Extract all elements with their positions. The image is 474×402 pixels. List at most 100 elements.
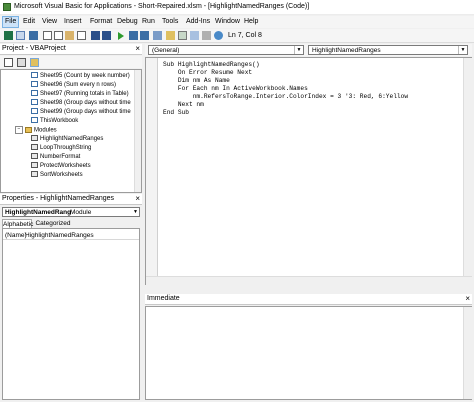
menu-format[interactable]: Format xyxy=(88,17,114,27)
toggle-folders-icon[interactable] xyxy=(30,58,39,67)
worksheet-icon xyxy=(31,90,38,97)
object-combo[interactable]: (General) ▼ xyxy=(148,45,304,55)
tab-alphabetic[interactable]: Alphabetic xyxy=(2,219,33,228)
worksheet-icon xyxy=(31,72,38,79)
workbook-icon xyxy=(31,117,38,124)
paste-icon[interactable] xyxy=(65,31,74,40)
object-selector[interactable]: HighlightNamedRang Module ▼ xyxy=(2,207,140,217)
properties-grid: (Name) HighlightNamedRanges xyxy=(2,228,140,400)
menu-bar: File Edit View Insert Format Debug Run T… xyxy=(0,16,474,28)
tree-item-label: LoopThroughString xyxy=(40,145,92,151)
project-tree: Sheet95 (Count by week number) Sheet96 (… xyxy=(0,69,142,193)
help-icon[interactable] xyxy=(214,31,223,40)
title-bar: Microsoft Visual Basic for Applications … xyxy=(0,0,474,15)
tree-item-sheet99[interactable]: Sheet99 (Group days without time xyxy=(31,108,131,117)
object-browser-icon[interactable] xyxy=(190,31,199,40)
procedure-combo-value: HighlightNamedRanges xyxy=(312,47,381,54)
tree-item-label: HighlightNamedRanges xyxy=(40,136,104,142)
object-type: Module xyxy=(70,209,92,216)
code-vertical-scrollbar[interactable] xyxy=(463,58,472,276)
object-combo-value: (General) xyxy=(152,47,180,54)
insert-module-icon[interactable] xyxy=(16,31,25,40)
code-window-header: (General) ▼ HighlightNamedRanges ▼ xyxy=(145,44,472,56)
cut-icon[interactable] xyxy=(43,31,52,40)
code-line-4: For Each nm In ActiveWorkbook.Names xyxy=(163,85,308,92)
design-mode-icon[interactable] xyxy=(153,31,162,40)
tree-item-protectworksheets[interactable]: ProtectWorksheets xyxy=(31,162,91,171)
module-icon xyxy=(31,153,38,160)
code-editor[interactable]: Sub HighlightNamedRanges() On Error Resu… xyxy=(145,57,472,285)
properties-window-icon[interactable] xyxy=(178,31,187,40)
tree-item-label: Sheet96 (Sum every n rows) xyxy=(40,82,117,88)
reset-icon[interactable] xyxy=(140,31,149,40)
project-toolbar xyxy=(0,56,142,68)
view-object-icon[interactable] xyxy=(17,58,26,67)
code-line-1: Sub HighlightNamedRanges() xyxy=(163,61,260,68)
undo-icon[interactable] xyxy=(91,31,100,40)
menu-addins[interactable]: Add-Ins xyxy=(184,17,212,27)
window-title: Microsoft Visual Basic for Applications … xyxy=(14,3,310,10)
code-line-3: Dim nm As Name xyxy=(163,77,230,84)
chevron-down-icon: ▼ xyxy=(133,209,138,215)
menu-view[interactable]: View xyxy=(40,17,59,27)
module-icon xyxy=(31,144,38,151)
tree-item-sheet96[interactable]: Sheet96 (Sum every n rows) xyxy=(31,81,116,90)
view-excel-icon[interactable] xyxy=(4,31,13,40)
property-row[interactable]: (Name) HighlightNamedRanges xyxy=(3,231,139,240)
copy-icon[interactable] xyxy=(54,31,63,40)
project-pane-title: Project - VBAProject xyxy=(2,45,66,52)
tree-item-label: Modules xyxy=(34,127,57,134)
module-icon xyxy=(31,135,38,142)
cursor-position: Ln 7, Col 8 xyxy=(228,32,262,39)
tree-item-sheet95[interactable]: Sheet95 (Count by week number) xyxy=(31,72,130,81)
view-code-icon[interactable] xyxy=(4,58,13,67)
tree-item-label: NumberFormat xyxy=(40,154,81,160)
save-icon[interactable] xyxy=(29,31,38,40)
tree-item-sortworksheets[interactable]: SortWorksheets xyxy=(31,171,83,180)
module-icon xyxy=(31,162,38,169)
tree-item-label: ProtectWorksheets xyxy=(40,163,91,169)
property-value[interactable]: HighlightNamedRanges xyxy=(25,231,94,240)
tree-item-highlightnamedranges[interactable]: HighlightNamedRanges xyxy=(31,135,103,144)
code-horizontal-scrollbar[interactable] xyxy=(146,276,472,285)
menu-window[interactable]: Window xyxy=(213,17,242,27)
menu-tools[interactable]: Tools xyxy=(160,17,180,27)
immediate-pane-header: Immediate × xyxy=(145,294,472,305)
project-vertical-scrollbar[interactable] xyxy=(134,70,141,192)
menu-insert[interactable]: Insert xyxy=(62,17,84,27)
close-icon[interactable]: × xyxy=(465,294,470,304)
run-icon[interactable] xyxy=(118,32,124,40)
tree-item-modules[interactable]: − Modules xyxy=(15,126,57,135)
project-explorer-icon[interactable] xyxy=(166,31,175,40)
menu-run[interactable]: Run xyxy=(140,17,157,27)
code-line-5: nm.RefersToRange.Interior.ColorIndex = 3… xyxy=(163,93,409,100)
tree-item-sheet98[interactable]: Sheet98 (Group days without time xyxy=(31,99,131,108)
chevron-down-icon: ▼ xyxy=(294,46,303,54)
worksheet-icon xyxy=(31,108,38,115)
tree-item-numberformat[interactable]: NumberFormat xyxy=(31,153,80,162)
tree-item-sheet97[interactable]: Sheet97 (Running totals in Table) xyxy=(31,90,129,99)
standard-toolbar: Ln 7, Col 8 xyxy=(0,29,474,43)
immediate-pane-title: Immediate xyxy=(147,295,180,302)
toolbox-icon[interactable] xyxy=(202,31,211,40)
procedure-combo[interactable]: HighlightNamedRanges ▼ xyxy=(308,45,468,55)
redo-icon[interactable] xyxy=(102,31,111,40)
menu-help[interactable]: Help xyxy=(242,17,260,27)
vba-app-icon xyxy=(3,3,11,11)
tab-categorized[interactable]: Categorized xyxy=(34,219,72,228)
immediate-window[interactable] xyxy=(145,306,472,400)
find-icon[interactable] xyxy=(77,31,86,40)
menu-edit[interactable]: Edit xyxy=(21,17,37,27)
tree-item-label: SortWorksheets xyxy=(40,172,83,178)
immediate-vertical-scrollbar[interactable] xyxy=(463,307,472,399)
margin-indicator-bar[interactable] xyxy=(146,58,158,276)
collapse-icon[interactable]: − xyxy=(15,126,23,134)
menu-debug[interactable]: Debug xyxy=(115,17,140,27)
code-line-6: Next nm xyxy=(163,101,204,108)
close-icon[interactable]: × xyxy=(135,44,140,54)
tree-item-thisworkbook[interactable]: ThisWorkbook xyxy=(31,117,78,126)
menu-file[interactable]: File xyxy=(2,16,20,28)
tree-item-loopthroughstring[interactable]: LoopThroughString xyxy=(31,144,91,153)
close-icon[interactable]: × xyxy=(135,194,140,204)
break-icon[interactable] xyxy=(129,31,138,40)
